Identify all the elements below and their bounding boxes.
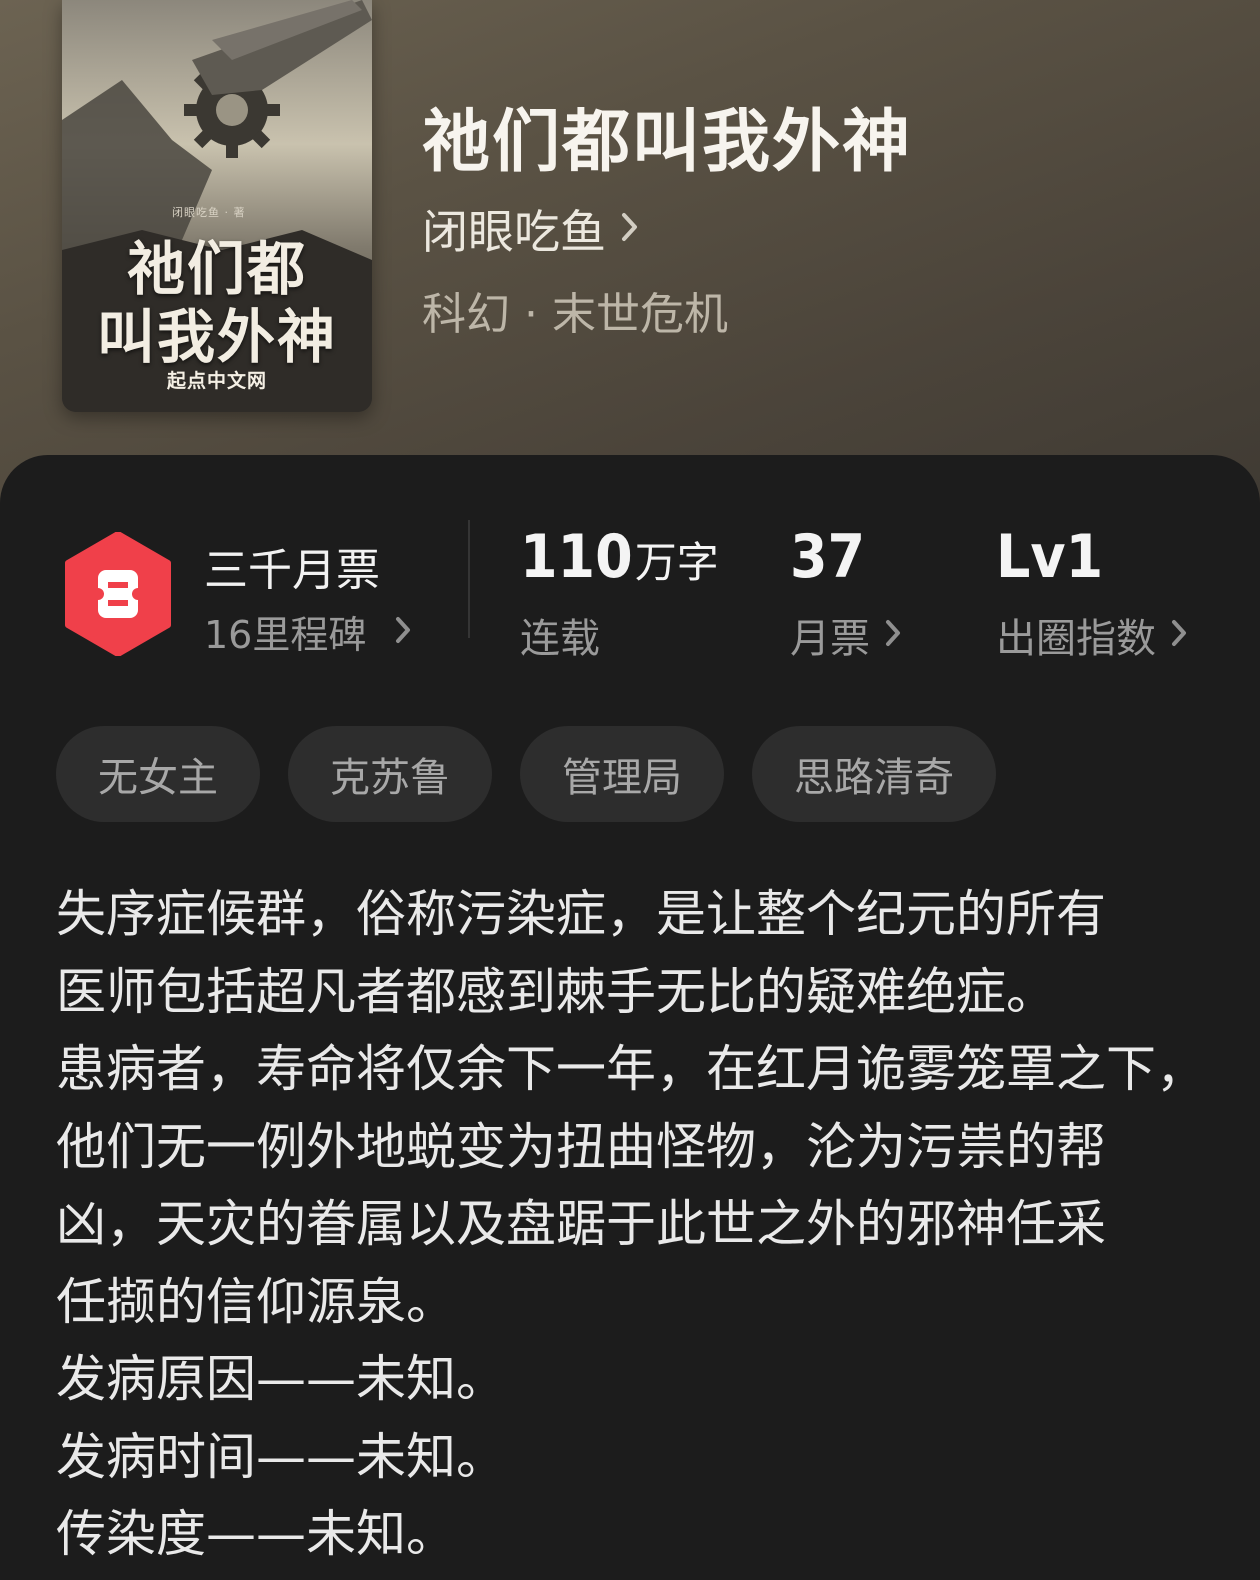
breakout-index-value: Lv1 [996, 522, 1104, 592]
monthly-tickets-value: 37 [790, 522, 866, 592]
chevron-right-icon [1170, 612, 1188, 658]
description-line: 失序症候群，俗称污染症，是让整个纪元的所有 [56, 885, 1106, 943]
book-detail-page: 闭眼吃鱼 · 著 祂们都 叫我外神 起点中文网 祂们都叫我外神 闭眼吃鱼 科幻 … [0, 0, 1260, 1580]
description-line: 传染度——未知。 [56, 1505, 456, 1563]
monthly-rank-title[interactable]: 三千月票 [204, 534, 380, 598]
description-line: 医师包括超凡者都感到棘手无比的疑难绝症。 [56, 962, 1056, 1021]
word-count-value: 110 [520, 522, 633, 592]
stats-divider [468, 520, 470, 638]
monthly-tickets-label: 月票 [790, 616, 870, 662]
description-line: 他们无一例外地蜕变为扭曲怪物，沦为污祟的帮 [56, 1117, 1106, 1176]
breakout-index-link[interactable]: 出圈指数 [996, 606, 1188, 664]
word-count-unit: 万字 [634, 538, 719, 587]
author-name: 闭眼吃鱼 [422, 205, 606, 259]
tag-chip[interactable]: 克苏鲁 [288, 726, 492, 822]
description-line: 任撷的信仰源泉。 [56, 1272, 456, 1331]
book-description[interactable]: 失序症候群，俗称污染症，是让整个纪元的所有 医师包括超凡者都感到棘手无比的疑难绝… [56, 876, 1216, 1574]
milestone-link[interactable]: 16里程碑 [204, 604, 412, 659]
word-count-label: 连载 [520, 616, 600, 662]
description-line: 发病时间——未知。 [56, 1427, 506, 1486]
monthly-tickets-link[interactable]: 月票 [790, 606, 902, 664]
description-line: 发病原因——未知。 [56, 1350, 506, 1408]
book-header: 闭眼吃鱼 · 著 祂们都 叫我外神 起点中文网 祂们都叫我外神 闭眼吃鱼 科幻 … [0, 0, 1260, 520]
chevron-right-icon [884, 612, 902, 658]
description-line: 凶，天灾的眷属以及盘踞于此世之外的邪神任采 [56, 1195, 1106, 1253]
milestone-label: 16里程碑 [204, 613, 367, 657]
word-count-stat: 110万字 [520, 522, 719, 592]
tag-chip[interactable]: 无女主 [56, 726, 260, 822]
tag-chip[interactable]: 思路清奇 [752, 726, 996, 822]
cover-title-line2: 叫我外神 [96, 303, 337, 371]
book-genre[interactable]: 科幻 · 末世危机 [422, 278, 728, 342]
chevron-right-icon [620, 211, 640, 247]
tag-list: 无女主 克苏鲁 管理局 思路清奇 [56, 726, 996, 822]
cover-author-text: 闭眼吃鱼 · 著 [172, 206, 246, 219]
author-link[interactable]: 闭眼吃鱼 [422, 196, 640, 262]
book-title: 祂们都叫我外神 [422, 102, 913, 182]
breakout-index-label: 出圈指数 [996, 616, 1156, 662]
cover-brand-logo: 起点中文网 [166, 370, 267, 392]
book-cover[interactable]: 闭眼吃鱼 · 著 祂们都 叫我外神 起点中文网 [62, 0, 372, 412]
tag-chip[interactable]: 管理局 [520, 726, 724, 822]
chevron-right-icon [394, 610, 412, 654]
ticket-badge-icon[interactable] [62, 531, 174, 657]
description-line: 患病者，寿命将仅余下一年，在红月诡雾笼罩之下， [56, 1040, 1206, 1098]
